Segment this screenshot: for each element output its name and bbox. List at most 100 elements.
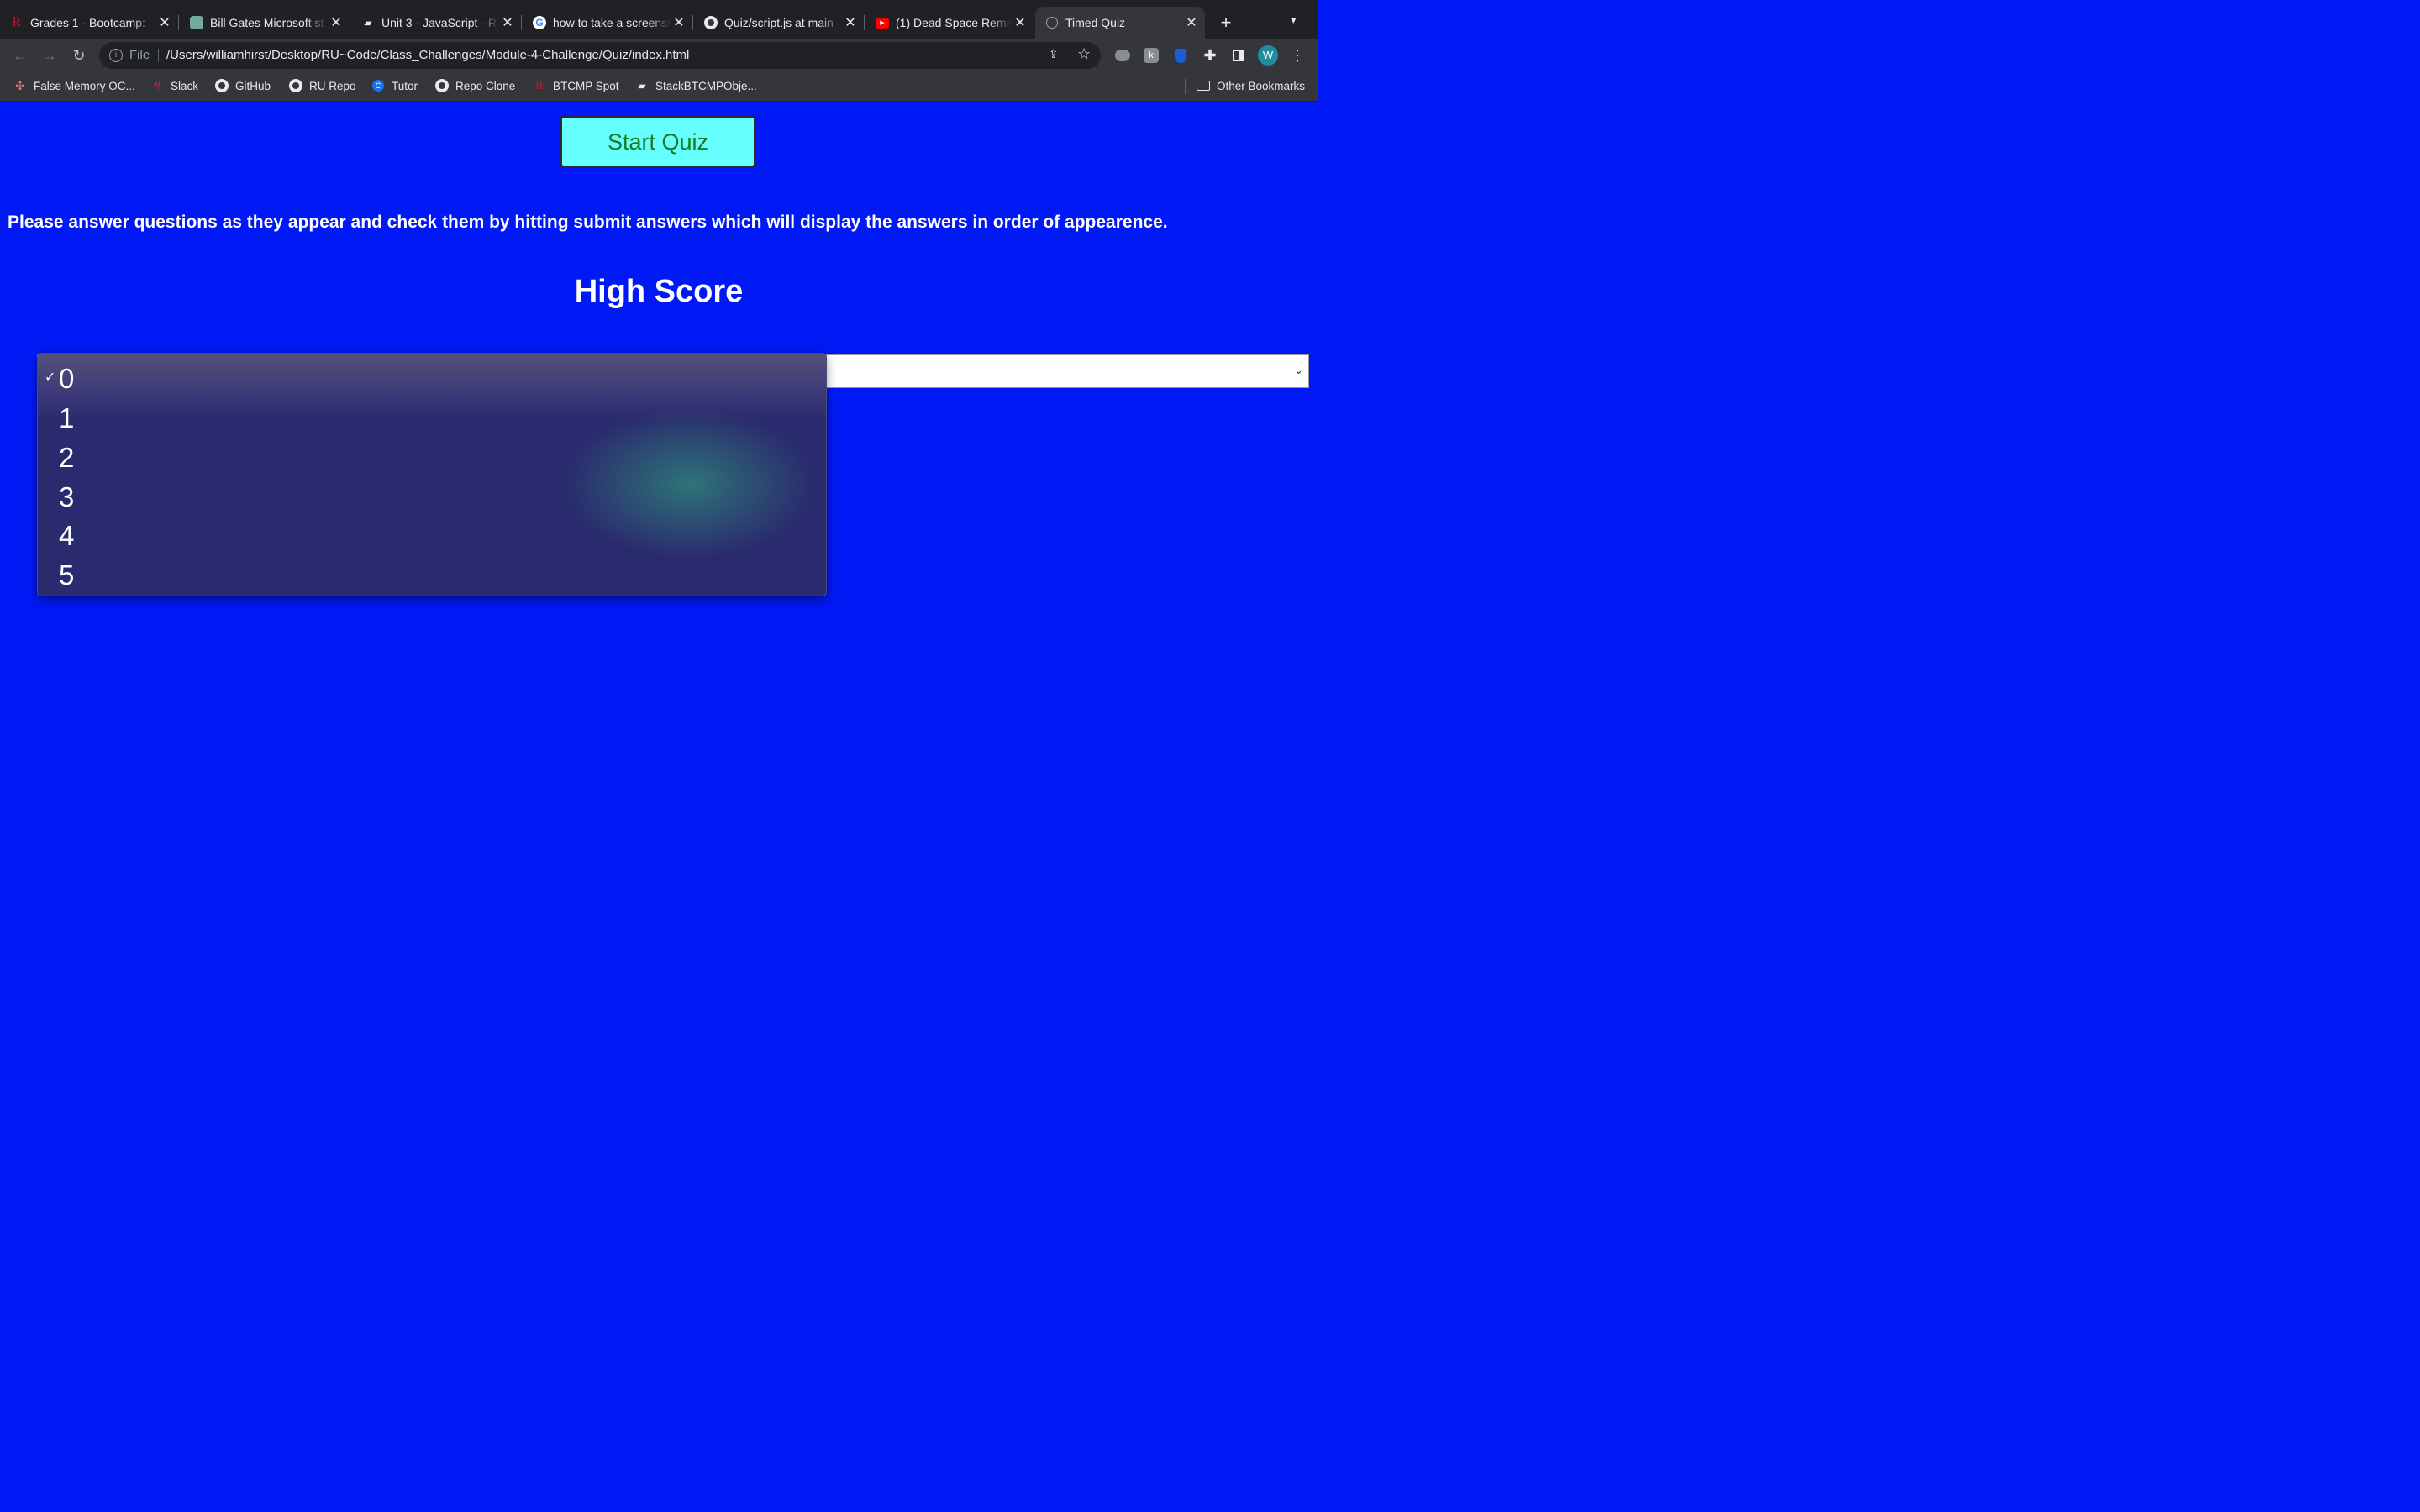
bookmark-label: StackBTCMPObje... xyxy=(655,79,757,92)
bookmark-label: Tutor xyxy=(392,79,418,92)
other-bookmarks[interactable]: Other Bookmarks xyxy=(1197,79,1305,92)
select-option[interactable]: 1 xyxy=(38,396,826,436)
bookmark-item[interactable]: ▰ StackBTCMPObje... xyxy=(635,79,757,92)
select-option[interactable]: 3 xyxy=(38,475,826,515)
option-label: 0 xyxy=(59,363,75,394)
slack-icon: # xyxy=(153,78,161,93)
tab-title: Unit 3 - JavaScript - R xyxy=(381,16,497,29)
reload-button[interactable]: ↻ xyxy=(69,45,89,66)
tab-youtube[interactable]: ▶ (1) Dead Space Rema ✕ xyxy=(865,7,1034,39)
tab-unit3[interactable]: ▰ Unit 3 - JavaScript - R ✕ xyxy=(351,7,522,39)
book-icon: ▰ xyxy=(364,17,372,29)
omnibox-divider xyxy=(158,49,159,62)
option-label: 2 xyxy=(59,442,75,473)
address-bar[interactable]: i File /Users/williamhirst/Desktop/RU~Co… xyxy=(99,42,1101,69)
tab-title: how to take a screensh xyxy=(553,16,671,29)
info-icon[interactable]: i xyxy=(109,49,123,62)
github-icon xyxy=(435,79,449,92)
github-icon xyxy=(289,79,302,92)
bitwarden-shield-icon[interactable] xyxy=(1171,45,1191,66)
google-icon: G xyxy=(533,16,546,29)
avatar-initial: W xyxy=(1258,45,1278,66)
back-button[interactable]: ← xyxy=(10,45,30,66)
tab-search-chevron-icon[interactable]: ▾ xyxy=(1291,13,1297,27)
share-icon[interactable]: ⇪ xyxy=(1049,47,1059,61)
browser-toolbar: ← → ↻ i File /Users/williamhirst/Desktop… xyxy=(0,39,1318,72)
folder-icon xyxy=(1197,79,1210,92)
close-icon[interactable]: ✕ xyxy=(499,14,516,31)
kebab-menu-icon[interactable]: ⋮ xyxy=(1287,45,1307,66)
sparkle-icon: ✣ xyxy=(15,78,25,92)
bookmark-item[interactable]: # Slack xyxy=(150,78,199,93)
tab-title: (1) Dead Space Rema xyxy=(896,16,1012,29)
option-label: 3 xyxy=(59,481,75,512)
bookmarks-bar: ✣ False Memory OC... # Slack GitHub RU R… xyxy=(0,72,1318,102)
chatgpt-icon xyxy=(190,16,203,29)
tab-title: Timed Quiz xyxy=(1065,16,1126,29)
select-option[interactable]: 4 xyxy=(38,514,826,554)
url-text[interactable]: /Users/williamhirst/Desktop/RU~Code/Clas… xyxy=(166,48,689,62)
tab-grades[interactable]: R Grades 1 - Bootcamp: ✕ xyxy=(0,7,179,39)
forward-button[interactable]: → xyxy=(39,45,60,66)
tab-google-search[interactable]: G how to take a screensh ✕ xyxy=(523,7,693,39)
github-icon xyxy=(215,79,229,92)
close-icon[interactable]: ✕ xyxy=(156,14,173,31)
tab-separator xyxy=(692,15,693,30)
high-score-heading: High Score xyxy=(574,274,744,309)
r-logo-icon: R xyxy=(534,78,544,92)
tutor-icon: C xyxy=(371,79,385,92)
close-icon[interactable]: ✕ xyxy=(1183,14,1200,31)
bookmark-item[interactable]: ✣ False Memory OC... xyxy=(13,79,135,92)
extension-k-icon[interactable]: k xyxy=(1141,45,1161,66)
option-label: 4 xyxy=(59,520,75,551)
start-quiz-button[interactable]: Start Quiz xyxy=(560,116,755,168)
book-icon: ▰ xyxy=(638,80,646,92)
new-tab-button[interactable]: + xyxy=(1217,12,1235,34)
github-icon xyxy=(704,16,718,29)
select-dropdown-menu: ✓ 0 1 2 3 4 5 xyxy=(37,353,827,596)
bookmark-label: BTCMP Spot xyxy=(553,79,619,92)
close-icon[interactable]: ✕ xyxy=(1012,14,1028,31)
other-bookmarks-label: Other Bookmarks xyxy=(1217,79,1306,92)
r-logo-icon: R xyxy=(12,15,22,29)
tab-separator xyxy=(178,15,179,30)
bookmark-label: GitHub xyxy=(235,79,271,92)
globe-icon xyxy=(1045,16,1059,29)
scheme-label: File xyxy=(129,48,150,62)
tab-timed-quiz[interactable]: Timed Quiz ✕ xyxy=(1035,7,1205,39)
side-panel-icon[interactable] xyxy=(1228,45,1249,66)
tab-separator xyxy=(864,15,865,30)
select-option[interactable]: 2 xyxy=(38,436,826,475)
tab-separator xyxy=(521,15,522,30)
youtube-icon: ▶ xyxy=(876,16,889,29)
bookmarks-divider xyxy=(1185,79,1186,94)
close-icon[interactable]: ✕ xyxy=(842,14,859,31)
instructions-text: Please answer questions as they appear a… xyxy=(8,213,1168,232)
tab-bill-gates[interactable]: Bill Gates Microsoft st ✕ xyxy=(180,7,350,39)
tab-title: Quiz/script.js at main xyxy=(724,16,834,29)
close-icon[interactable]: ✕ xyxy=(671,14,687,31)
option-label: 5 xyxy=(59,559,75,591)
bookmark-label: RU Repo xyxy=(309,79,356,92)
select-option[interactable]: ✓ 0 xyxy=(38,357,826,396)
bookmark-item[interactable]: RU Repo xyxy=(289,79,356,92)
profile-avatar[interactable]: W xyxy=(1258,45,1278,66)
tab-strip: R Grades 1 - Bootcamp: ✕ Bill Gates Micr… xyxy=(0,0,1318,39)
bookmark-item[interactable]: Repo Clone xyxy=(435,79,515,92)
extension-chat-icon[interactable] xyxy=(1113,45,1133,66)
checkmark-icon: ✓ xyxy=(45,370,56,385)
tab-title: Grades 1 - Bootcamp: xyxy=(30,16,145,29)
bookmark-item[interactable]: C Tutor xyxy=(371,79,418,92)
bookmark-item[interactable]: R BTCMP Spot xyxy=(533,79,619,92)
option-label: 1 xyxy=(59,402,75,433)
bookmark-item[interactable]: GitHub xyxy=(215,79,271,92)
tab-title: Bill Gates Microsoft st xyxy=(210,16,324,29)
select-option[interactable]: 5 xyxy=(38,554,826,593)
chevron-down-icon: ⌄ xyxy=(1294,364,1303,376)
bookmark-label: Repo Clone xyxy=(455,79,516,92)
close-icon[interactable]: ✕ xyxy=(328,14,345,31)
bookmark-label: Slack xyxy=(171,79,199,92)
extensions-puzzle-icon[interactable]: ✚ xyxy=(1200,45,1220,66)
tab-github-script[interactable]: Quiz/script.js at main ✕ xyxy=(694,7,865,39)
bookmark-star-icon[interactable]: ☆ xyxy=(1077,45,1091,63)
